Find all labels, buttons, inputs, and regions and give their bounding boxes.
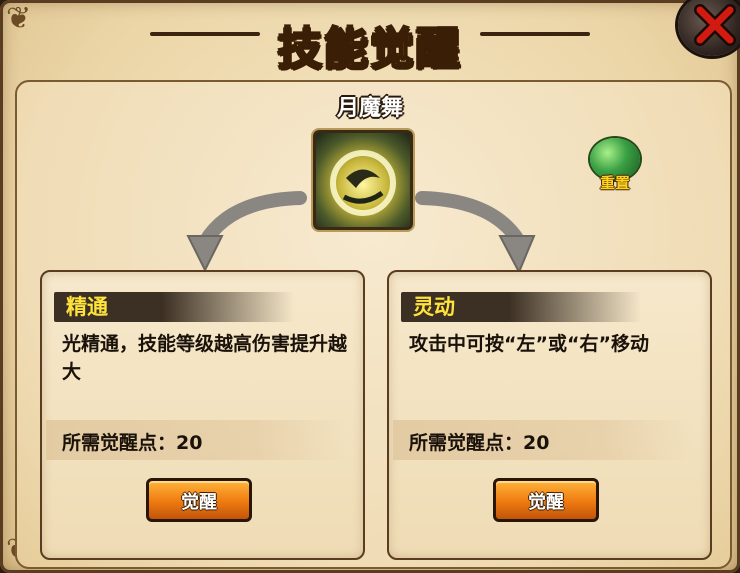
option-header: 精通 [54, 292, 294, 322]
option-cost: 所需觉醒点：20 [62, 428, 202, 455]
cost-label: 所需觉醒点： [62, 432, 177, 454]
option-card-mastery: 精通 光精通，技能等级越高伤害提升越大 所需觉醒点：20 觉醒 [40, 270, 365, 560]
awaken-button-label: 觉醒 [528, 492, 564, 513]
awaken-button-agility[interactable]: 觉醒 [493, 478, 599, 522]
option-header: 灵动 [401, 292, 641, 322]
option-cost-row: 所需觉醒点：20 [393, 420, 693, 460]
reset-button[interactable]: 重置 [585, 138, 645, 198]
reset-label: 重置 [599, 174, 630, 192]
awaken-button-mastery[interactable]: 觉醒 [146, 478, 252, 522]
option-description: 光精通，技能等级越高伤害提升越大 [62, 333, 348, 383]
cost-value: 20 [176, 432, 203, 454]
option-title: 灵动 [413, 295, 455, 319]
cost-value: 20 [523, 432, 550, 454]
skill-awaken-dialog: ❦ ❦ ❦ 技能觉醒 月魔舞 重置 精通 光精通，技能等级越高伤害提升 [0, 0, 740, 573]
awaken-button-label: 觉醒 [181, 492, 217, 513]
option-card-agility: 灵动 攻击中可按“左”或“右”移动 所需觉醒点：20 觉醒 [387, 270, 712, 560]
cost-label: 所需觉醒点： [409, 432, 524, 454]
option-cost-row: 所需觉醒点：20 [46, 420, 346, 460]
option-cost: 所需觉醒点：20 [409, 428, 549, 455]
option-description: 攻击中可按“左”或“右”移动 [409, 333, 649, 355]
option-title: 精通 [66, 295, 108, 319]
